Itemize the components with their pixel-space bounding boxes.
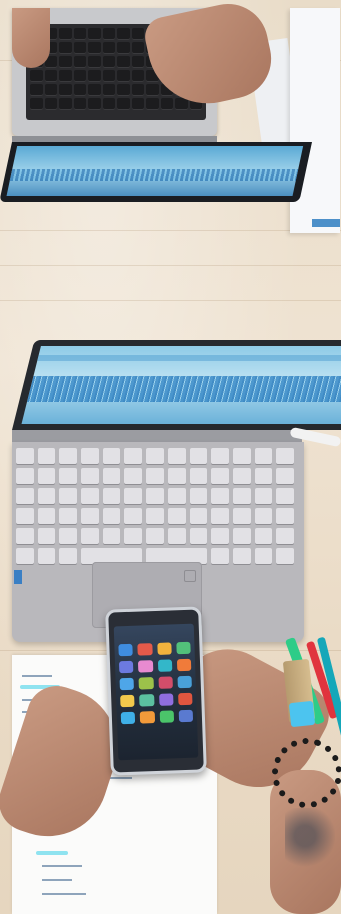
app-icon	[138, 660, 153, 673]
middle-laptop-screen	[12, 340, 341, 430]
top-screen-display	[6, 146, 304, 196]
middle-keyboard-keys	[16, 448, 294, 564]
app-icon	[118, 660, 134, 674]
app-icon	[158, 693, 174, 706]
highlight-mark	[36, 851, 68, 855]
handwriting-line	[22, 675, 52, 677]
forearm-tattoo	[285, 808, 335, 878]
phone-screen	[113, 623, 199, 761]
app-icon	[156, 642, 172, 655]
app-icon	[176, 658, 192, 672]
wood-grain	[0, 265, 341, 266]
middle-laptop-hinge	[12, 430, 302, 442]
app-icon	[177, 692, 193, 706]
highlighter-cap	[288, 700, 316, 728]
audio-editor-display	[21, 346, 341, 424]
left-hand-top	[12, 8, 50, 68]
smartphone	[105, 606, 207, 776]
app-icon	[177, 675, 192, 689]
app-icon	[120, 711, 136, 725]
audio-waveform	[27, 375, 341, 402]
app-icon	[157, 659, 173, 672]
app-icon	[159, 710, 174, 723]
paper-stripe	[312, 219, 340, 227]
app-icon	[138, 677, 154, 690]
wood-grain	[0, 300, 341, 301]
app-icon	[178, 709, 194, 723]
app-icon	[119, 677, 135, 691]
laptop-sticker	[14, 570, 22, 584]
handwriting-line	[42, 865, 82, 867]
app-icon	[120, 694, 135, 708]
fingerprint-sensor	[184, 570, 196, 582]
app-icon	[118, 643, 134, 657]
app-icon-grid	[118, 641, 194, 725]
app-icon	[139, 711, 155, 724]
waveform-track	[37, 355, 341, 362]
app-icon	[139, 694, 155, 707]
handwriting-line	[42, 893, 86, 895]
top-laptop-screen	[0, 142, 312, 202]
app-icon	[158, 676, 173, 689]
photo-scene	[0, 0, 341, 914]
app-icon	[137, 643, 153, 656]
app-icon	[176, 641, 191, 655]
handwriting-line	[42, 879, 72, 881]
